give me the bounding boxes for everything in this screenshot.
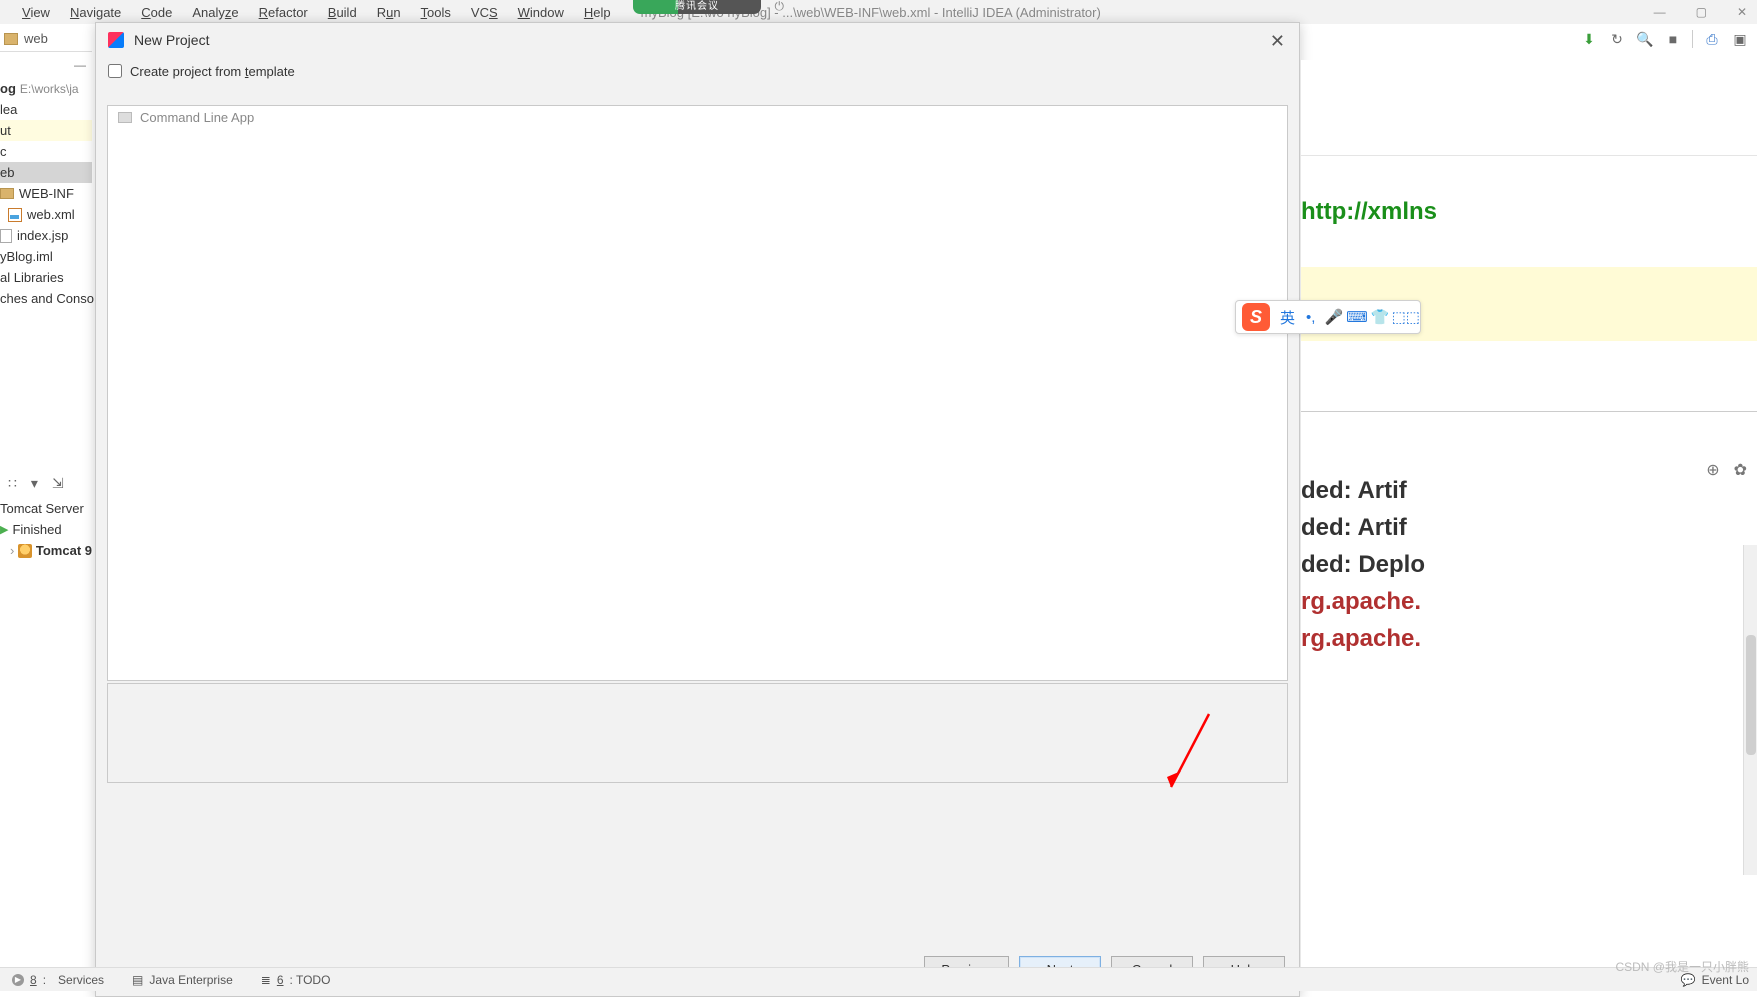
create-from-template-checkbox[interactable] [108, 64, 122, 78]
ime-lang[interactable]: 英 [1276, 307, 1299, 328]
panel-icon[interactable]: ▣ [1731, 30, 1749, 48]
tree-node-webinf[interactable]: WEB-INF [0, 183, 92, 204]
template-item-command-line[interactable]: Command Line App [108, 106, 1287, 128]
window-minimize-icon[interactable]: — [1654, 5, 1666, 19]
window-close-icon[interactable]: ✕ [1737, 5, 1747, 19]
grid-icon[interactable]: ∷ [8, 475, 17, 492]
tree-node-webxml[interactable]: web.xml [0, 204, 92, 225]
services-panel: Tomcat Server ▶Finished ›Tomcat 9 [0, 498, 92, 561]
menu-navigate[interactable]: Navigate [60, 3, 131, 22]
ime-punct[interactable]: •, [1299, 309, 1322, 326]
tree-node-indexjsp[interactable]: index.jsp [0, 225, 92, 246]
play-icon: ▶ [12, 974, 24, 986]
status-todo[interactable]: ≣6: TODO [261, 973, 331, 987]
tree-node[interactable]: c [0, 141, 92, 162]
ime-menu-icon[interactable]: ⬚⬚ [1392, 308, 1420, 326]
search-icon[interactable]: 🔍 [1636, 30, 1654, 48]
menu-build[interactable]: Build [318, 3, 367, 22]
file-icon [0, 229, 12, 243]
dialog-close-icon[interactable]: ✕ [1270, 31, 1285, 52]
create-from-template-row[interactable]: Create project from template [96, 57, 1299, 85]
gear-icon[interactable]: ✿ [1734, 452, 1747, 489]
play-icon: ▶ [0, 523, 8, 536]
filter-icon[interactable]: ▾ [31, 475, 38, 492]
breadcrumb[interactable]: web [0, 26, 92, 52]
tree-root[interactable]: ogE:\works\ja [0, 78, 92, 99]
menu-view[interactable]: View [12, 3, 60, 22]
new-project-dialog: New Project ✕ Create project from templa… [95, 22, 1300, 997]
services-header[interactable]: Tomcat Server [0, 498, 92, 519]
menu-run[interactable]: Run [367, 3, 411, 22]
menu-bar: View Navigate Code Analyze Refactor Buil… [0, 0, 1757, 24]
window-maximize-icon[interactable]: ▢ [1696, 5, 1707, 19]
ime-keyboard-icon[interactable]: ⌨ [1345, 308, 1368, 326]
status-services[interactable]: ▶8: Services [12, 973, 104, 987]
status-bar: ▶8: Services ▤Java Enterprise ≣6: TODO 💬… [0, 967, 1757, 991]
tree-node-iml[interactable]: yBlog.iml [0, 246, 92, 267]
pin-icon[interactable]: ⇲ [52, 475, 64, 492]
sogou-logo-icon[interactable]: S [1242, 303, 1270, 331]
menu-window[interactable]: Window [508, 3, 574, 22]
status-java-enterprise[interactable]: ▤Java Enterprise [132, 973, 233, 987]
editor-toolbar: ⊕ ✿ [1706, 452, 1747, 489]
list-icon: ≣ [261, 973, 271, 987]
collapse-handle[interactable]: — [0, 54, 92, 76]
menu-analyze[interactable]: Analyze [182, 3, 248, 22]
services-status[interactable]: ▶Finished [0, 519, 92, 540]
menu-vcs[interactable]: VCS [461, 3, 508, 22]
menu-refactor[interactable]: Refactor [249, 3, 318, 22]
separator [1692, 30, 1693, 48]
template-description [107, 683, 1288, 783]
editor-scrollbar[interactable] [1743, 545, 1757, 875]
tomcat-icon [18, 544, 32, 558]
project-tree[interactable]: ogE:\works\ja lea ut c eb WEB-INF web.xm… [0, 78, 92, 309]
tree-node[interactable]: lea [0, 99, 92, 120]
sync-icon[interactable]: ↻ [1608, 30, 1626, 48]
menu-help[interactable]: Help [574, 3, 621, 22]
tree-node-scratches[interactable]: ches and Conso [0, 288, 92, 309]
toolbar-right: ⬇ ↻ 🔍 ■ ⎙ ▣ [1580, 30, 1749, 48]
folder-icon [0, 188, 14, 199]
stop-icon[interactable]: ■ [1664, 30, 1682, 48]
tencent-meeting-badge: 腾讯会议 [633, 0, 761, 14]
intellij-icon [108, 32, 124, 48]
ime-voice-icon[interactable]: 🎤 [1322, 308, 1345, 326]
xml-attr-text: http://xmlns [1301, 198, 1437, 225]
scrollbar-thumb[interactable] [1746, 635, 1756, 755]
dialog-title: New Project [134, 32, 209, 48]
tree-node[interactable]: ut [0, 120, 92, 141]
ime-skin-icon[interactable]: 👕 [1369, 308, 1392, 326]
editor-preview: http://xmlns ⊕ ✿ ded: Artif ded: Artif d… [1301, 60, 1757, 967]
breadcrumb-label: web [24, 31, 48, 46]
csdn-watermark: CSDN @我是一只小胖熊 [1615, 958, 1749, 975]
update-icon[interactable]: ⬇ [1580, 30, 1598, 48]
dialog-titlebar[interactable]: New Project [96, 23, 1299, 57]
services-item-tomcat[interactable]: ›Tomcat 9 [0, 540, 92, 561]
xml-file-icon [8, 208, 22, 222]
layout-icon[interactable]: ⎙ [1703, 30, 1721, 48]
target-icon[interactable]: ⊕ [1706, 452, 1719, 489]
template-list[interactable]: Command Line App [107, 105, 1288, 681]
window-controls: — ▢ ✕ [1654, 0, 1747, 24]
menu-tools[interactable]: Tools [411, 3, 461, 22]
template-folder-icon [118, 112, 132, 123]
tree-node-selected[interactable]: eb [0, 162, 92, 183]
tree-node-libs[interactable]: al Libraries [0, 267, 92, 288]
services-toolbar: ∷ ▾ ⇲ [0, 470, 92, 496]
sogou-ime-toolbar[interactable]: S 英 •, 🎤 ⌨ 👕 ⬚⬚ [1235, 300, 1421, 334]
folder-icon [4, 33, 18, 45]
create-from-template-label: Create project from template [130, 64, 295, 79]
stack-icon: ▤ [132, 973, 143, 987]
menu-code[interactable]: Code [131, 3, 182, 22]
